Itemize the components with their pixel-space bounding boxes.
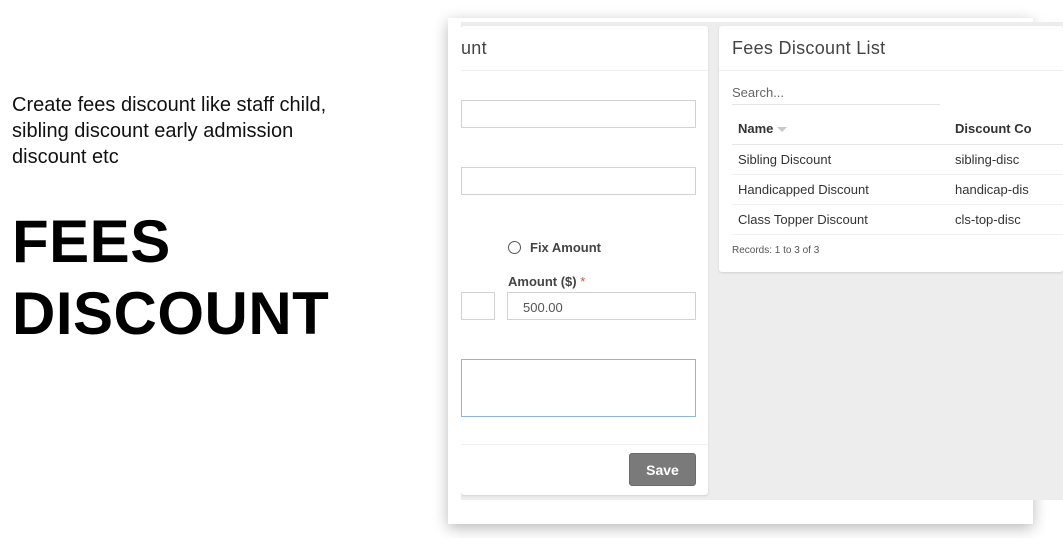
column-header-name-label: Name (738, 121, 774, 137)
fees-discount-list-panel: Fees Discount List Name Discount Co Sibl… (719, 26, 1063, 272)
table-header-row: Name Discount Co (732, 114, 1063, 145)
discount-code-field[interactable] (461, 167, 696, 195)
form-footer-divider (461, 444, 708, 445)
add-discount-panel: unt Fix Amount Amount ($) * 500.00 Save (461, 26, 708, 495)
amount-field[interactable]: 500.00 (507, 292, 696, 320)
amount-label-text: Amount ($) (508, 274, 577, 289)
search-input[interactable] (732, 81, 940, 105)
records-info: Records: 1 to 3 of 3 (732, 245, 820, 256)
row-code: cls-top-disc (949, 204, 1063, 235)
row-name: Handicapped Discount (732, 174, 949, 205)
percentage-field[interactable] (461, 292, 495, 320)
row-code: handicap-dis (949, 174, 1063, 205)
headline-line-1: FEES (12, 208, 171, 275)
description-textarea[interactable] (461, 359, 696, 417)
row-code: sibling-disc (949, 144, 1063, 175)
row-name: Sibling Discount (732, 144, 949, 175)
save-button[interactable]: Save (629, 453, 696, 486)
column-header-discount-code[interactable]: Discount Co (949, 114, 1063, 145)
headline-line-2: DISCOUNT (12, 280, 330, 347)
fees-discount-table: Name Discount Co Sibling Discount siblin… (732, 114, 1063, 235)
form-title-divider (461, 70, 708, 71)
amount-label: Amount ($) * (508, 274, 585, 289)
sort-down-icon[interactable] (777, 127, 788, 133)
column-header-name[interactable]: Name (732, 114, 949, 145)
table-row[interactable]: Handicapped Discount handicap-dis (732, 174, 1063, 205)
fix-amount-label: Fix Amount (530, 240, 602, 255)
list-title-divider (719, 70, 1063, 71)
fix-amount-radio[interactable]: Fix Amount (508, 240, 601, 255)
radio-unchecked-icon[interactable] (508, 241, 521, 254)
form-title: unt (461, 38, 487, 58)
headline: FEES DISCOUNT (12, 206, 412, 350)
list-title: Fees Discount List (732, 38, 886, 58)
discount-name-field[interactable] (461, 100, 696, 128)
table-row[interactable]: Class Topper Discount cls-top-disc (732, 204, 1063, 235)
required-mark: * (580, 274, 586, 289)
screenshot-area: unt Fix Amount Amount ($) * 500.00 Save … (461, 22, 1063, 500)
amount-value: 500.00 (523, 300, 563, 315)
intro-description: Create fees discount like staff child, s… (12, 94, 327, 168)
table-row[interactable]: Sibling Discount sibling-disc (732, 144, 1063, 175)
row-name: Class Topper Discount (732, 204, 949, 235)
